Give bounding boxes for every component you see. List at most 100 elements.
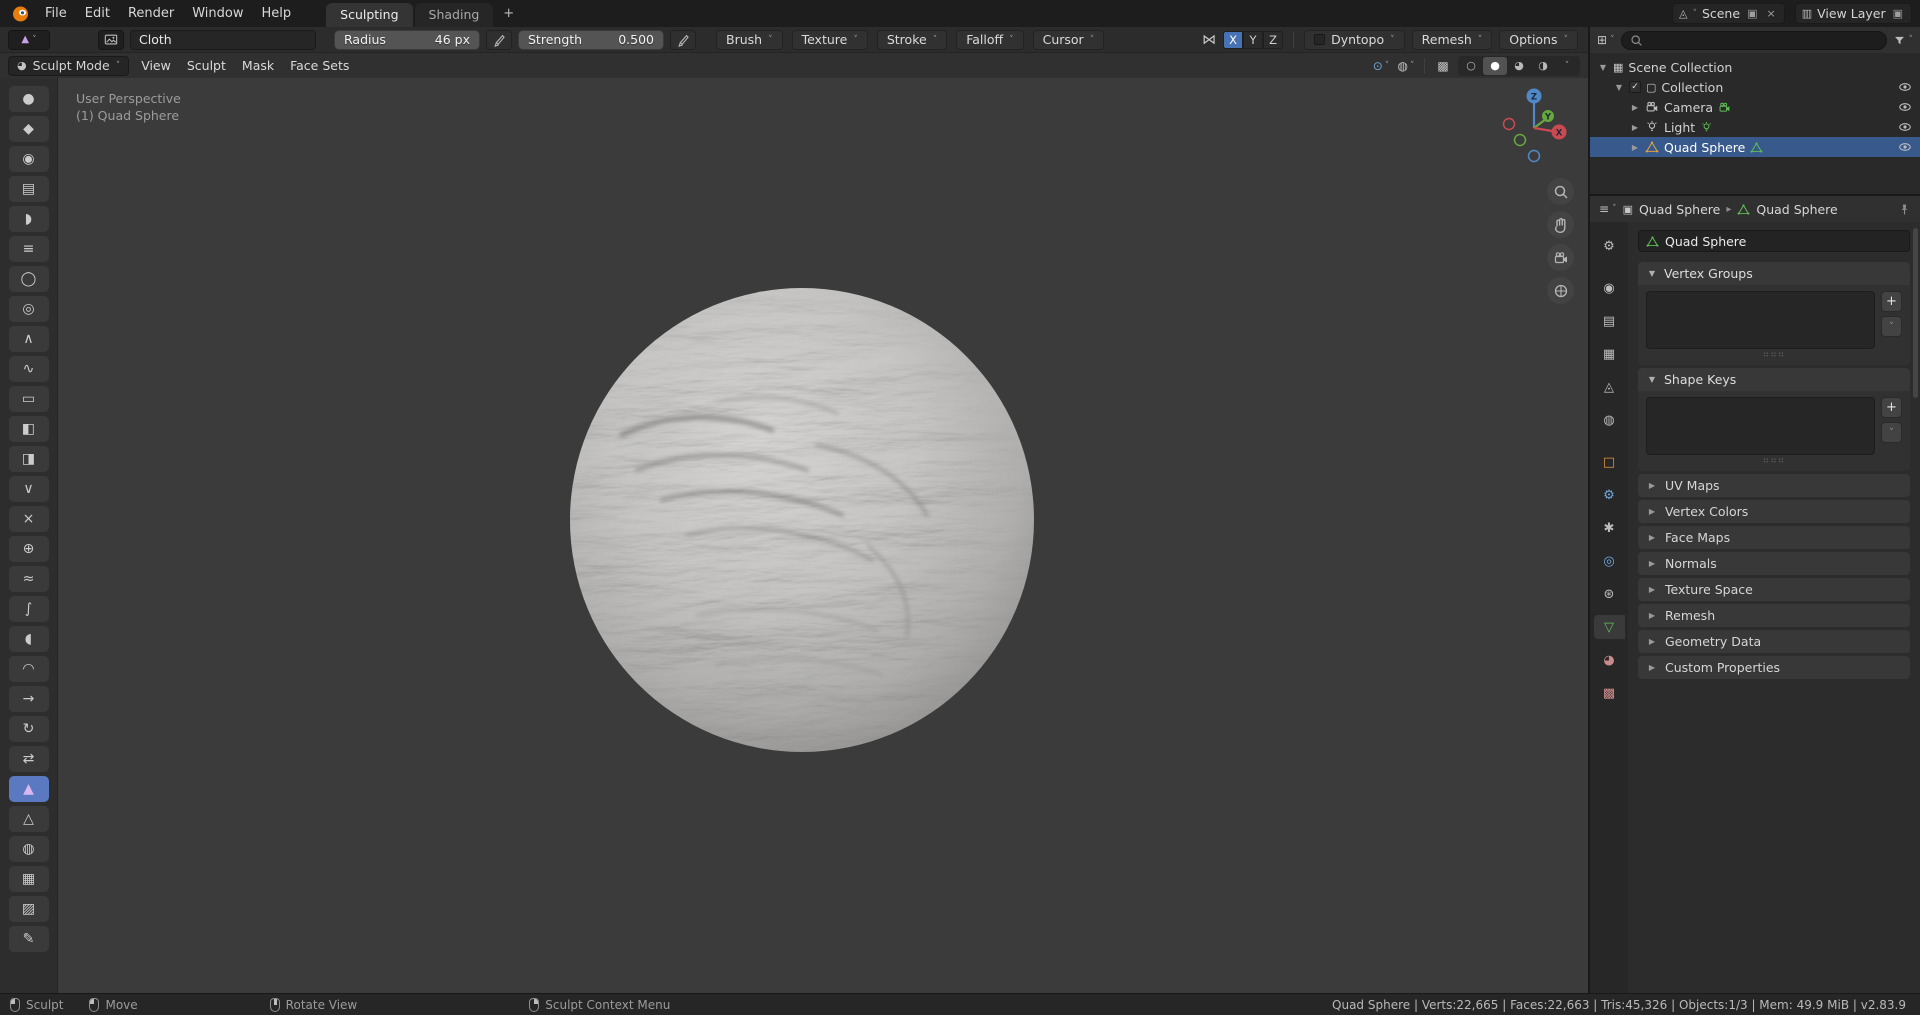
tab-constraints[interactable]: ⊛ — [1594, 582, 1625, 606]
tool-cloth[interactable]: ▲ — [8, 776, 49, 802]
eye-visibility-toggle[interactable] — [1898, 140, 1912, 154]
gizmo-z-negative[interactable] — [1527, 149, 1541, 163]
tool-fill[interactable]: ◧ — [8, 416, 49, 442]
unlink-scene-button[interactable]: × — [1764, 7, 1777, 20]
symmetry-z-toggle[interactable]: Z — [1263, 30, 1284, 49]
gizmo-x-negative[interactable] — [1502, 117, 1516, 131]
perspective-toggle-button[interactable] — [1547, 277, 1574, 304]
mode-selector[interactable]: ◕ Sculpt Mode ˅ — [8, 55, 130, 76]
tool-pose[interactable]: ◠ — [8, 656, 49, 682]
search-input[interactable] — [1647, 33, 1878, 47]
gizmo-y-negative[interactable] — [1513, 133, 1527, 147]
brush-menu[interactable]: Brush ˅ — [716, 29, 783, 50]
view-menu[interactable]: View — [133, 55, 179, 76]
tool-clay-thumb[interactable]: ◗ — [8, 206, 49, 232]
tool-draw[interactable]: ● — [8, 86, 49, 112]
options-dropdown[interactable]: Options ˅ — [1499, 29, 1578, 50]
radius-slider[interactable]: Radius 46 px — [334, 29, 480, 50]
mesh-name-field[interactable]: Quad Sphere — [1638, 230, 1910, 252]
tool-snake-hook[interactable]: ∫ — [8, 596, 49, 622]
panel-normals[interactable]: ▶ Normals — [1638, 552, 1910, 575]
properties-editor-type-dropdown[interactable]: ≡ ˅ — [1599, 202, 1617, 216]
blender-menu-button[interactable] — [8, 3, 32, 25]
pan-button[interactable] — [1547, 211, 1574, 238]
vertex-groups-panel-header[interactable]: ▼ Vertex Groups — [1638, 262, 1910, 285]
outliner-row-camera[interactable]: ▶ Camera — [1590, 97, 1920, 117]
pin-icon[interactable] — [1898, 203, 1911, 216]
tab-scene[interactable]: ◬ — [1594, 375, 1625, 399]
mask-menu[interactable]: Mask — [234, 55, 282, 76]
tool-rotate[interactable]: ↻ — [8, 716, 49, 742]
eye-visibility-toggle[interactable] — [1898, 100, 1912, 114]
list-resize-grip[interactable]: ⠶⠶⠶ — [1646, 349, 1902, 363]
xray-toggle[interactable]: ▩ — [1433, 56, 1453, 76]
breadcrumb-object[interactable]: Quad Sphere — [1639, 202, 1720, 217]
viewport-navigation-gizmo[interactable]: Z Y X — [1488, 82, 1580, 174]
outliner-row-collection[interactable]: ▼ ✓ ▢ Collection — [1590, 77, 1920, 97]
symmetry-y-toggle[interactable]: Y — [1243, 30, 1264, 49]
tool-nudge[interactable]: → — [8, 686, 49, 712]
tool-simplify[interactable]: △ — [8, 806, 49, 832]
tab-output[interactable]: ▤ — [1594, 309, 1625, 333]
disclosure-triangle-icon[interactable]: ▼ — [1614, 83, 1624, 92]
strength-pressure-toggle[interactable] — [670, 29, 696, 50]
tab-view-layer[interactable]: ▦ — [1594, 342, 1625, 366]
properties-scrollbar[interactable] — [1913, 228, 1918, 398]
shape-keys-panel-header[interactable]: ▼ Shape Keys — [1638, 368, 1910, 391]
tab-modifiers[interactable]: ⚙ — [1594, 483, 1625, 507]
tool-scrape[interactable]: ◨ — [8, 446, 49, 472]
new-scene-button[interactable]: ▣ — [1745, 7, 1759, 20]
disclosure-triangle-icon[interactable]: ▶ — [1630, 103, 1640, 112]
face-sets-menu[interactable]: Face Sets — [282, 55, 357, 76]
shading-wireframe-button[interactable]: ○ — [1459, 57, 1483, 75]
disclosure-triangle-icon[interactable]: ▶ — [1630, 123, 1640, 132]
collection-checkbox[interactable]: ✓ — [1629, 81, 1641, 93]
eye-visibility-toggle[interactable] — [1898, 120, 1912, 134]
outliner-row-scene-collection[interactable]: ▼ ▦ Scene Collection — [1590, 57, 1920, 77]
tab-texture[interactable]: ▩ — [1594, 681, 1625, 705]
eye-visibility-toggle[interactable] — [1898, 80, 1912, 94]
zoom-button[interactable] — [1547, 178, 1574, 205]
tab-render[interactable]: ◉ — [1594, 276, 1625, 300]
panel-geometry-data[interactable]: ▶ Geometry Data — [1638, 630, 1910, 653]
show-overlays-dropdown[interactable]: ◍ ˅ — [1396, 56, 1416, 76]
dyntopo-dropdown[interactable]: Dyntopo ˅ — [1304, 29, 1405, 50]
tool-clay-strips[interactable]: ▤ — [8, 176, 49, 202]
workspace-tab-sculpting[interactable]: Sculpting — [326, 3, 413, 27]
tool-blob[interactable]: ◎ — [8, 296, 49, 322]
panel-vertex-colors[interactable]: ▶ Vertex Colors — [1638, 500, 1910, 523]
radius-pressure-toggle[interactable] — [486, 29, 512, 50]
add-shape-key-button[interactable]: + — [1881, 397, 1902, 418]
brush-name-field[interactable]: Cloth — [130, 29, 316, 50]
dyntopo-checkbox[interactable] — [1314, 34, 1326, 45]
menu-file[interactable]: File — [36, 2, 76, 25]
tab-object-data[interactable]: ▽ — [1593, 615, 1625, 639]
tab-material[interactable]: ◕ — [1594, 648, 1625, 672]
outliner-row-light[interactable]: ▶ Light — [1590, 117, 1920, 137]
workspace-tab-shading[interactable]: Shading — [414, 3, 494, 27]
outliner-search[interactable] — [1620, 30, 1887, 50]
tool-annotate[interactable]: ✎ — [8, 926, 49, 952]
camera-view-button[interactable] — [1547, 244, 1574, 271]
breadcrumb-data[interactable]: Quad Sphere — [1756, 202, 1837, 217]
tab-world[interactable]: ◍ — [1594, 408, 1625, 432]
tool-elastic-deform[interactable]: ≈ — [8, 566, 49, 592]
add-workspace-button[interactable]: + — [495, 3, 522, 24]
sculpt-menu[interactable]: Sculpt — [179, 55, 234, 76]
disclosure-triangle-icon[interactable]: ▶ — [1630, 143, 1640, 152]
strength-slider[interactable]: Strength 0.500 — [518, 29, 664, 50]
tool-flatten[interactable]: ▭ — [8, 386, 49, 412]
menu-render[interactable]: Render — [119, 2, 183, 25]
panel-face-maps[interactable]: ▶ Face Maps — [1638, 526, 1910, 549]
menu-edit[interactable]: Edit — [76, 2, 119, 25]
texture-menu[interactable]: Texture ˅ — [791, 29, 868, 50]
tool-smooth[interactable]: ∿ — [8, 356, 49, 382]
tool-multiplane-scrape[interactable]: ∨ — [8, 476, 49, 502]
shading-solid-button[interactable]: ● — [1483, 56, 1507, 75]
brush-datablock-button[interactable] — [98, 29, 124, 50]
tool-slide-relax[interactable]: ⇄ — [8, 746, 49, 772]
tool-thumb[interactable]: ◖ — [8, 626, 49, 652]
show-gizmos-dropdown[interactable]: ⊙ ˅ — [1371, 56, 1391, 76]
tool-grab[interactable]: ⊕ — [8, 536, 49, 562]
panel-uv-maps[interactable]: ▶ UV Maps — [1638, 474, 1910, 497]
